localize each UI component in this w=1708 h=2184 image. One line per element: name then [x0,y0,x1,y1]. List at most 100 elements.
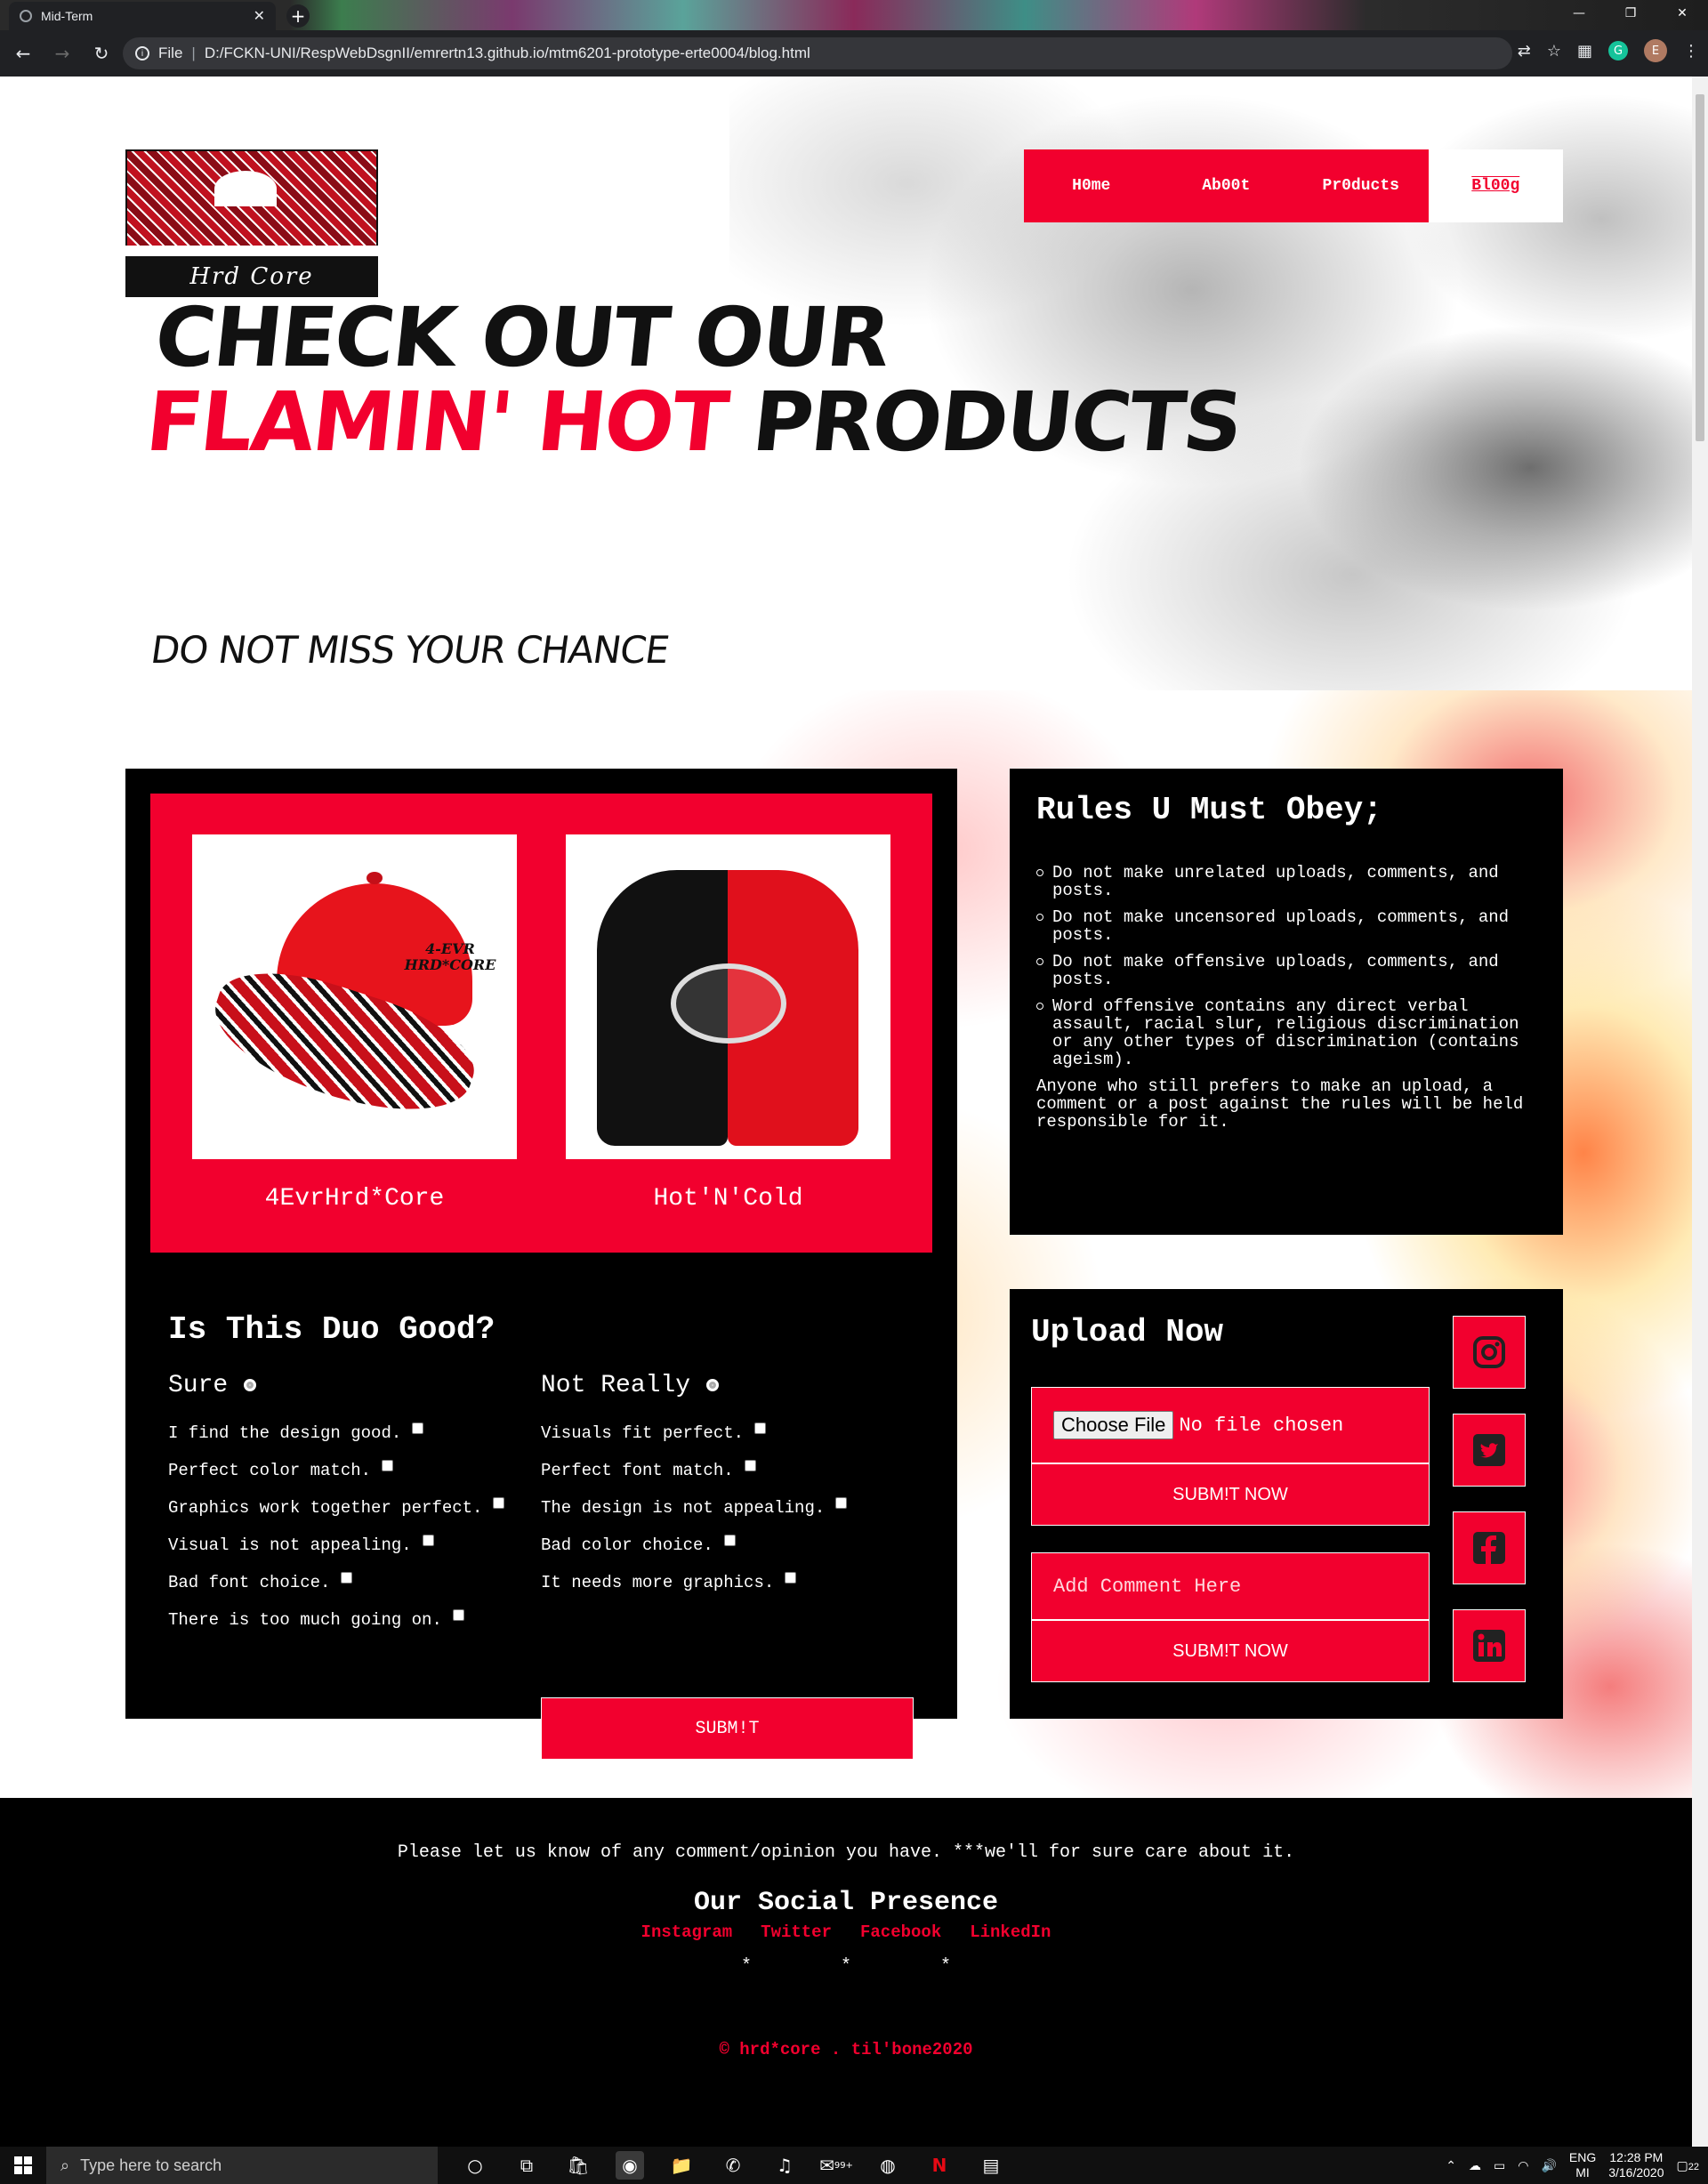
twitter-icon[interactable] [1453,1414,1526,1487]
footer-link-instagram[interactable]: Instagram [641,1922,733,1942]
checkbox-item[interactable]: I find the design good. [168,1414,504,1452]
reload-icon[interactable]: ↻ [85,37,117,69]
checkbox[interactable] [412,1422,424,1434]
clock-time: 12:28 PM [1609,2150,1664,2164]
windows-start-icon[interactable] [0,2147,46,2184]
whatsapp-icon[interactable]: ✆ [719,2151,747,2180]
notes-icon[interactable]: ▤ [977,2151,1005,2180]
checkbox-label: I find the design good. [168,1423,402,1443]
cortana-icon[interactable]: ○ [461,2151,489,2180]
checkbox[interactable] [744,1459,756,1471]
address-bar-row: ← → ↻ i File | D:/FCKN-UNI/RespWebDsgnII… [0,30,1708,77]
site-logo[interactable]: Hrd Core [125,149,378,297]
close-tab-icon[interactable]: ✕ [254,7,265,25]
checkbox-item[interactable]: Bad font choice. [168,1564,504,1601]
info-icon[interactable]: i [135,46,149,60]
checkbox-label: It needs more graphics. [541,1573,775,1592]
checkbox[interactable] [422,1534,434,1546]
wifi-icon[interactable]: ◠ [1518,2158,1528,2173]
checkbox-item[interactable]: Graphics work together perfect. [168,1489,505,1527]
restore-icon[interactable]: ❐ [1605,0,1656,27]
toolbar-icons: ⇄ ☆ ▦ G E ⋮ [1518,39,1699,62]
browser-tab[interactable]: Mid-Term ✕ [9,2,276,30]
lang-sub: MI [1575,2165,1590,2180]
product-image-hoodie[interactable] [566,834,890,1159]
nav-about[interactable]: Ab00t [1159,149,1294,222]
battery-icon[interactable]: ▭ [1494,2158,1505,2173]
product-image-cap[interactable]: 4-EVR HRD*CORE [192,834,517,1159]
close-window-icon[interactable]: ✕ [1656,0,1708,27]
radio-not-really[interactable]: Not Really [541,1365,847,1406]
grammarly-icon[interactable]: G [1608,41,1628,60]
profile-avatar[interactable]: E [1644,39,1667,62]
tray-chevron-icon[interactable]: ⌃ [1446,2158,1456,2173]
menu-dots-icon[interactable]: ⋮ [1683,42,1699,60]
url-text[interactable]: D:/FCKN-UNI/RespWebDsgnII/emrertn13.gith… [205,44,810,62]
choose-file-button[interactable]: Choose File [1053,1411,1174,1439]
back-icon[interactable]: ← [7,37,39,69]
checkbox[interactable] [382,1459,394,1471]
checkbox-item[interactable]: There is too much going on. [168,1601,504,1639]
scroll-thumb[interactable] [1696,94,1704,441]
checkbox-item[interactable]: Perfect color match. [168,1452,504,1489]
volume-icon[interactable]: 🔊 [1541,2158,1556,2173]
radio-sure[interactable]: Sure [168,1365,504,1406]
page-scrollbar[interactable] [1692,77,1708,2159]
netflix-icon[interactable]: N [925,2151,954,2180]
comment-input[interactable]: Add Comment Here [1031,1552,1430,1620]
page-viewport: Hrd Core H0me Ab00t Pr0ducts Bl00g CHECK… [0,77,1692,2159]
firefox-icon[interactable]: ◍ [874,2151,902,2180]
comment-submit-button[interactable]: SUBM!T NOW [1031,1620,1430,1682]
checkbox[interactable] [341,1571,353,1584]
instagram-icon[interactable] [1453,1316,1526,1389]
window-controls: — ❐ ✕ [1553,0,1708,27]
translate-icon[interactable]: ⇄ [1518,42,1531,60]
checkbox[interactable] [452,1608,464,1621]
bookmark-star-icon[interactable]: ☆ [1547,42,1561,60]
linkedin-icon[interactable] [1453,1609,1526,1682]
taskbar-search[interactable]: ⌕ Type here to search [46,2147,438,2184]
clock[interactable]: 12:28 PM 3/16/2020 [1608,2150,1664,2180]
radio-button[interactable] [706,1379,720,1391]
mail-icon[interactable]: ✉ 99+ [819,2151,853,2180]
checkbox[interactable] [835,1496,848,1509]
task-view-icon[interactable]: ⧉ [512,2151,541,2180]
onedrive-icon[interactable]: ☁ [1469,2158,1481,2173]
file-submit-button[interactable]: SUBM!T NOW [1031,1463,1430,1526]
checkbox[interactable] [493,1496,505,1509]
footer-link-facebook[interactable]: Facebook [860,1922,941,1942]
new-tab-button[interactable]: + [286,4,310,28]
hero-headline: CHECK OUT OUR FLAMIN' HOT PRODUCTS [141,290,1254,470]
checkbox-item[interactable]: Bad color choice. [541,1527,847,1564]
footer-link-linkedin[interactable]: LinkedIn [970,1922,1051,1942]
checkbox[interactable] [723,1534,736,1546]
checkbox-item[interactable]: Visuals fit perfect. [541,1414,847,1452]
notification-icon[interactable]: ▢22 [1677,2158,1699,2173]
chrome-icon[interactable]: ◉ [616,2151,644,2180]
checkbox-item[interactable]: Visual is not appealing. [168,1527,504,1564]
checkbox[interactable] [785,1571,797,1584]
checkbox-item[interactable]: The design is not appealing. [541,1489,848,1527]
nav-blog[interactable]: Bl00g [1428,149,1563,222]
footer-links: Instagram Twitter Facebook LinkedIn [0,1922,1692,1942]
checkbox-item[interactable]: It needs more graphics. [541,1564,847,1601]
store-icon[interactable]: 🛍 [564,2151,592,2180]
footer-link-twitter[interactable]: Twitter [761,1922,832,1942]
url-field[interactable]: i File | D:/FCKN-UNI/RespWebDsgnII/emrer… [123,37,1512,69]
extension-icon[interactable]: ▦ [1577,42,1592,60]
radio-sure-label: Sure [168,1371,229,1399]
nav-home[interactable]: H0me [1024,149,1159,222]
file-input[interactable]: Choose File No file chosen [1031,1387,1430,1463]
language-indicator[interactable]: ENG MI [1569,2150,1596,2180]
minimize-icon[interactable]: — [1553,0,1605,27]
nav-products[interactable]: Pr0ducts [1293,149,1429,222]
checkbox[interactable] [754,1422,767,1434]
forward-icon[interactable]: → [46,37,78,69]
checkbox-item[interactable]: Perfect font match. [541,1452,847,1489]
facebook-icon[interactable] [1453,1511,1526,1584]
windows-taskbar: ⌕ Type here to search ○ ⧉ 🛍 ◉ 📁 ✆ ♫ ✉ 99+… [0,2147,1708,2184]
poll-submit-button[interactable]: SUBM!T [541,1697,914,1760]
radio-button[interactable] [244,1379,257,1391]
spotify-icon[interactable]: ♫ [770,2151,799,2180]
file-explorer-icon[interactable]: 📁 [667,2151,696,2180]
